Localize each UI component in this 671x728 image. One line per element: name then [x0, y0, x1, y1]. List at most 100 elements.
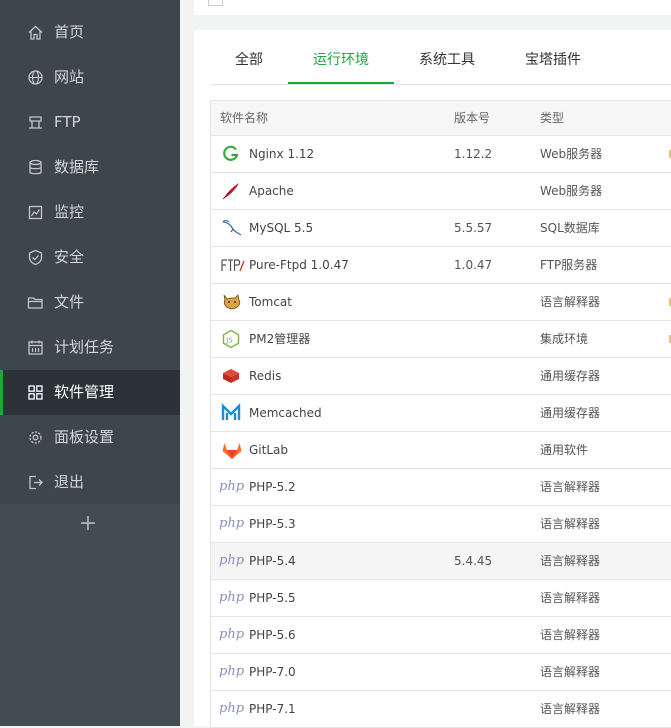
sidebar-item-home[interactable]: 首页: [0, 10, 180, 55]
software-type: Web服务器: [540, 184, 603, 198]
table-row[interactable]: php PHP-5.2 语言解释器: [211, 469, 671, 506]
table-row[interactable]: php PHP-7.1 语言解释器: [211, 691, 671, 728]
table-row[interactable]: Nginx 1.12 1.12.2 Web服务器: [211, 136, 671, 173]
sidebar-item-files[interactable]: 文件: [0, 280, 180, 325]
sidebar-item-label: 软件管理: [54, 383, 115, 401]
sidebar-item-security[interactable]: 安全: [0, 235, 180, 280]
software-name: PHP-5.3: [249, 517, 296, 531]
tab-system-tools[interactable]: 系统工具: [419, 51, 475, 69]
software-version: 5.4.45: [454, 554, 493, 568]
sidebar: 首页 网站 FTP 数据库 监控 安全 文件 计划任务 软件管理 面板设置 退出…: [0, 0, 180, 726]
software-name: Pure-Ftpd 1.0.47: [249, 258, 349, 272]
sidebar-item-label: 首页: [54, 23, 85, 41]
software-name: Nginx 1.12: [249, 147, 315, 161]
table-row[interactable]: GitLab 通用软件: [211, 432, 671, 469]
sidebar-item-monitor[interactable]: 监控: [0, 190, 180, 235]
active-tab-indicator: [288, 82, 394, 84]
home-icon: [27, 24, 44, 41]
logout-icon: [27, 474, 44, 491]
software-type: SQL数据库: [540, 221, 600, 235]
tab-bt-plugins[interactable]: 宝塔插件: [525, 51, 581, 69]
php-icon: php: [219, 516, 245, 531]
software-type: 语言解释器: [540, 591, 601, 605]
software-version: 1.12.2: [454, 147, 493, 161]
home-icon[interactable]: [208, 0, 223, 6]
software-type: 集成环境: [540, 332, 589, 346]
table-row[interactable]: Tomcat 语言解释器: [211, 284, 671, 321]
folder-icon: [27, 294, 44, 311]
calendar-icon: [27, 339, 44, 356]
gear-icon: [27, 429, 44, 446]
sidebar-item-label: 退出: [54, 473, 85, 491]
svg-text:JS: JS: [225, 337, 233, 345]
sidebar-item-crontab[interactable]: 计划任务: [0, 325, 180, 370]
software-type: 语言解释器: [540, 480, 601, 494]
column-header-version[interactable]: 版本号: [454, 110, 490, 126]
software-type: 语言解释器: [540, 665, 601, 679]
software-name: MySQL 5.5: [249, 221, 314, 235]
sidebar-item-database[interactable]: 数据库: [0, 145, 180, 190]
column-header-name[interactable]: 软件名称: [220, 110, 268, 126]
software-type: 通用软件: [540, 443, 589, 457]
gitlab-icon: [221, 440, 243, 460]
nodejs-icon: JS: [221, 329, 243, 349]
software-name: PHP-5.6: [249, 628, 296, 642]
software-type: 语言解释器: [540, 702, 601, 716]
sidebar-item-settings[interactable]: 面板设置: [0, 415, 180, 460]
tab-all[interactable]: 全部: [235, 51, 263, 69]
ftp-icon: [27, 114, 44, 131]
add-menu-button[interactable]: +: [78, 512, 98, 536]
software-type: 通用缓存器: [540, 369, 601, 383]
software-type: FTP服务器: [540, 258, 598, 272]
sidebar-item-label: 监控: [54, 203, 85, 221]
software-panel: 全部 运行环境 系统工具 宝塔插件 软件名称 版本号 类型 Nginx 1.12…: [194, 30, 671, 728]
apache-feather-icon: [221, 181, 243, 201]
apps-grid-icon: [27, 384, 44, 401]
memcached-icon: [221, 403, 243, 423]
software-name: PHP-5.2: [249, 480, 296, 494]
table-row[interactable]: php PHP-5.3 语言解释器: [211, 506, 671, 543]
redis-icon: [221, 366, 243, 386]
table-row[interactable]: php PHP-5.6 语言解释器: [211, 617, 671, 654]
sidebar-item-logout[interactable]: 退出: [0, 460, 180, 505]
table-row[interactable]: MySQL 5.5 5.5.57 SQL数据库: [211, 210, 671, 247]
column-header-type[interactable]: 类型: [540, 110, 564, 126]
table-row[interactable]: php PHP-7.0 语言解释器: [211, 654, 671, 691]
software-type: 语言解释器: [540, 628, 601, 642]
sidebar-footer: [0, 504, 180, 726]
table-row[interactable]: php PHP-5.5 语言解释器: [211, 580, 671, 617]
category-tabs: 全部 运行环境 系统工具 宝塔插件: [210, 30, 671, 85]
sidebar-item-software[interactable]: 软件管理: [0, 370, 180, 415]
sidebar-item-label: 数据库: [54, 158, 100, 176]
nginx-icon: [221, 144, 243, 164]
sidebar-item-label: 计划任务: [54, 338, 115, 356]
sidebar-item-ftp[interactable]: FTP: [0, 100, 180, 145]
sidebar-nav: 首页 网站 FTP 数据库 监控 安全 文件 计划任务 软件管理 面板设置 退出: [0, 0, 180, 504]
table-row[interactable]: JS PM2管理器 集成环境: [211, 321, 671, 358]
table-row[interactable]: Pure-Ftpd 1.0.47 1.0.47 FTP服务器: [211, 247, 671, 284]
tab-runtime[interactable]: 运行环境: [313, 51, 369, 69]
sidebar-item-label: FTP: [54, 113, 81, 131]
mysql-dolphin-icon: [221, 218, 243, 238]
software-type: Web服务器: [540, 147, 603, 161]
software-type: 通用缓存器: [540, 406, 601, 420]
tomcat-icon: [221, 292, 243, 312]
php-icon: php: [219, 664, 245, 679]
sidebar-item-website[interactable]: 网站: [0, 55, 180, 100]
php-icon: php: [219, 479, 245, 494]
table-row[interactable]: Memcached 通用缓存器: [211, 395, 671, 432]
software-name: Tomcat: [249, 295, 292, 309]
sidebar-item-label: 网站: [54, 68, 85, 86]
table-row[interactable]: php PHP-5.4 5.4.45 语言解释器: [211, 543, 671, 580]
software-table: 软件名称 版本号 类型 Nginx 1.12 1.12.2 Web服务器 Apa…: [210, 100, 671, 728]
software-name: Apache: [249, 184, 294, 198]
monitor-icon: [27, 204, 44, 221]
table-row[interactable]: Redis 通用缓存器: [211, 358, 671, 395]
table-row[interactable]: Apache Web服务器: [211, 173, 671, 210]
php-icon: php: [219, 627, 245, 642]
software-version: 5.5.57: [454, 221, 493, 235]
sidebar-item-label: 文件: [54, 293, 85, 311]
php-icon: php: [219, 590, 245, 605]
software-name: PHP-7.0: [249, 665, 296, 679]
ftp-logo-icon: [221, 255, 245, 275]
